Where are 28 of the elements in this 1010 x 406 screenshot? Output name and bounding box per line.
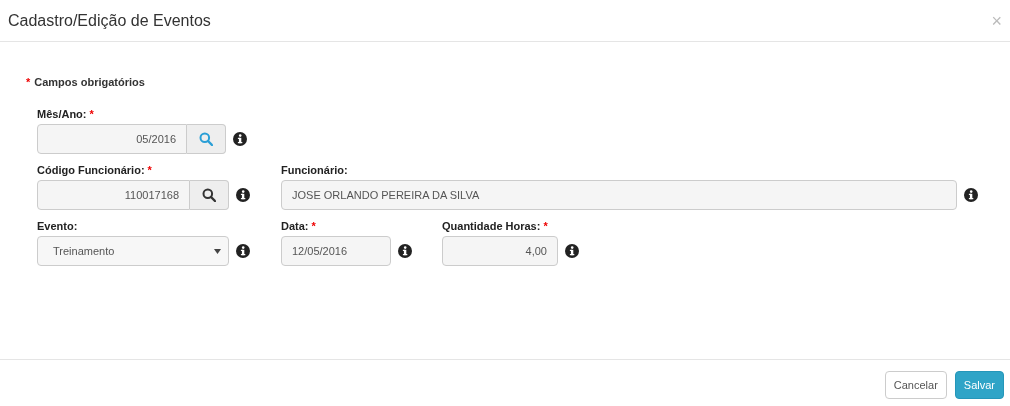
required-mark: * bbox=[311, 219, 316, 232]
required-mark: * bbox=[147, 163, 152, 176]
info-icon[interactable] bbox=[233, 132, 247, 146]
input-field[interactable]: 4,00 bbox=[442, 236, 558, 266]
info-icon[interactable] bbox=[236, 188, 250, 202]
required-note: Campos obrigatórios bbox=[34, 76, 145, 88]
info-icon[interactable] bbox=[565, 244, 579, 258]
required-mark: * bbox=[26, 76, 31, 88]
field-label: Código Funcionário: bbox=[37, 163, 145, 176]
info-icon[interactable] bbox=[964, 188, 978, 202]
field-label: Funcionário: bbox=[281, 163, 348, 176]
field-label: Quantidade Horas: bbox=[442, 219, 541, 232]
cancel-button[interactable]: Cancelar bbox=[884, 371, 947, 399]
search-button[interactable] bbox=[190, 180, 229, 210]
field-label: Evento: bbox=[37, 219, 78, 232]
caret-icon bbox=[214, 248, 221, 254]
event-select[interactable]: Treinamento bbox=[37, 236, 229, 266]
field-label: Mês/Ano: bbox=[37, 107, 87, 120]
required-mark: * bbox=[89, 107, 94, 120]
window-title: Cadastro/Edição de Eventos bbox=[8, 11, 211, 30]
input-field[interactable]: 110017168 bbox=[37, 180, 190, 210]
field-label: Data: bbox=[281, 219, 309, 232]
input-field[interactable]: 05/2016 bbox=[37, 124, 187, 154]
required-mark: * bbox=[543, 219, 548, 232]
input-field[interactable]: JOSE ORLANDO PEREIRA DA SILVA bbox=[281, 180, 957, 210]
info-icon[interactable] bbox=[398, 244, 412, 258]
info-icon[interactable] bbox=[236, 244, 250, 258]
input-field[interactable]: 12/05/2016 bbox=[281, 236, 391, 266]
